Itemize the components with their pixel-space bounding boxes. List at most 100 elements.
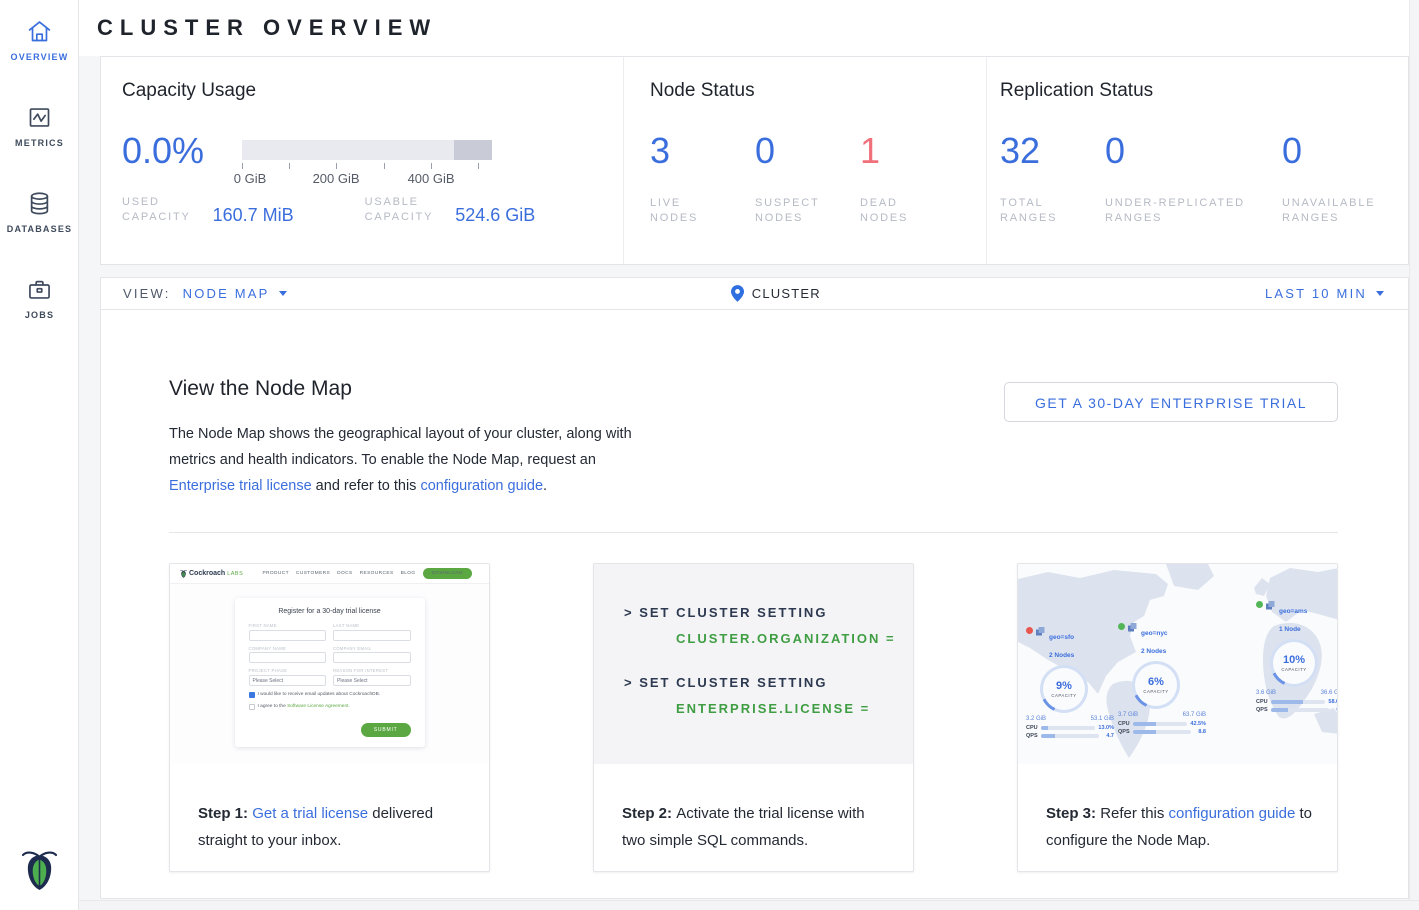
capacity-usage-section: Capacity Usage 0.0% 0 GiB 200 GiB 400 Gi… (101, 57, 623, 264)
used-capacity-label-line2: CAPACITY (122, 210, 191, 225)
time-range-dropdown[interactable]: LAST 10 MIN (1265, 286, 1384, 301)
replication-status-title: Replication Status (1000, 80, 1408, 102)
main-content: CLUSTER OVERVIEW Capacity Usage 0.0% (79, 0, 1409, 900)
sidebar-item-label: METRICS (0, 138, 79, 148)
breadcrumb: CLUSTER (731, 285, 821, 302)
capacity-gauge: 0 GiB 200 GiB 400 GiB (242, 140, 492, 160)
configuration-guide-link[interactable]: configuration guide (420, 478, 543, 494)
step1-caption: Step 1: Get a trial license delivered st… (170, 764, 489, 854)
email-updates-checkbox (249, 692, 255, 698)
node-cube-icon (1265, 600, 1276, 611)
locality-badge-sfo: geo=sfo2 Nodes 9%CAPACITY 3.2 GiB53.1 Gi… (1026, 626, 1114, 739)
page-title: CLUSTER OVERVIEW (97, 15, 437, 41)
node-map-intro: View the Node Map The Node Map shows the… (169, 377, 634, 499)
under-replicated-ranges-value: 0 (1105, 133, 1282, 169)
trial-register-form: Register for a 30-day trial license FIRS… (235, 598, 425, 747)
step2-card: > SET CLUSTER SETTING CLUSTER.ORGANIZATI… (593, 563, 914, 872)
view-selected-value: NODE MAP (183, 286, 270, 301)
node-cube-icon (1035, 626, 1046, 637)
app-window: OVERVIEW METRICS DATABASES JOBS (0, 0, 1419, 910)
total-ranges-stat: 32 TOTAL RANGES (1000, 133, 1105, 226)
unavailable-ranges-stat: 0 UNAVAILABLE RANGES (1282, 133, 1387, 226)
capacity-gauge-bar (242, 140, 492, 160)
capacity-usage-title: Capacity Usage (122, 80, 623, 102)
node-status-dot-red (1026, 627, 1033, 634)
node-status-section: Node Status 3 LIVE NODES 0 SUSPECT NODES… (623, 57, 986, 264)
breadcrumb-cluster-label: CLUSTER (752, 286, 821, 301)
view-bar: VIEW: NODE MAP CLUSTER LAST 10 MIN (100, 277, 1409, 310)
submit-button: SUBMIT (361, 723, 411, 737)
step3-node-map-preview: geo=sfo2 Nodes 9%CAPACITY 3.2 GiB53.1 Gi… (1018, 564, 1337, 764)
dead-nodes-stat: 1 DEAD NODES (860, 133, 965, 226)
sql-setting-line: ENTERPRISE.LICENSE = (676, 701, 913, 716)
sidebar-item-label: JOBS (0, 310, 79, 320)
live-nodes-value: 3 (650, 133, 755, 169)
sidebar-item-label: DATABASES (0, 224, 79, 234)
gauge-tick-200: 200 GiB (313, 171, 360, 186)
node-cube-icon (1127, 622, 1138, 633)
section-divider (169, 532, 1338, 533)
capacity-used-percent: 0.0% (122, 133, 204, 169)
time-range-value: LAST 10 MIN (1265, 286, 1367, 301)
capacity-gauge-ring: 9%CAPACITY (1040, 665, 1088, 713)
node-map-panel: View the Node Map The Node Map shows the… (100, 309, 1409, 899)
dead-nodes-value: 1 (860, 133, 965, 169)
unavailable-ranges-value: 0 (1282, 133, 1387, 169)
enterprise-trial-license-link[interactable]: Enterprise trial license (169, 478, 312, 494)
cluster-summary-panel: Capacity Usage 0.0% 0 GiB 200 GiB 400 Gi… (100, 56, 1409, 265)
usable-capacity-stat: USABLE CAPACITY 524.6 GiB (365, 195, 548, 225)
node-status-title: Node Status (650, 80, 986, 102)
used-capacity-label-line1: USED (122, 195, 191, 210)
enterprise-trial-button[interactable]: GET A 30-DAY ENTERPRISE TRIAL (1004, 382, 1338, 422)
locality-badge-ams: geo=ams1 Node 10%CAPACITY 3.6 GiB36.6 Gi… (1256, 600, 1338, 713)
sidebar: OVERVIEW METRICS DATABASES JOBS (0, 0, 79, 910)
total-ranges-value: 32 (1000, 133, 1105, 169)
cockroachdb-logo (0, 850, 79, 896)
live-nodes-stat: 3 LIVE NODES (650, 133, 755, 226)
sidebar-item-jobs[interactable]: JOBS (0, 258, 79, 320)
view-label: VIEW: (123, 286, 171, 301)
briefcase-icon (26, 276, 53, 303)
step2-caption: Step 2: Activate the trial license with … (594, 764, 913, 854)
sql-prompt-line: > SET CLUSTER SETTING (624, 605, 913, 620)
database-icon (26, 190, 53, 217)
horizontal-scrollbar[interactable] (79, 900, 1419, 910)
sidebar-item-overview[interactable]: OVERVIEW (0, 0, 79, 62)
step2-sql-snippet: > SET CLUSTER SETTING CLUSTER.ORGANIZATI… (594, 564, 913, 764)
step1-screenshot: Cockroach LABS PRODUCT CUSTOMERS DOCS RE… (170, 564, 489, 764)
used-capacity-value: 160.7 MiB (213, 205, 305, 226)
gauge-tick-400: 400 GiB (408, 171, 455, 186)
site-nav: PRODUCT CUSTOMERS DOCS RESOURCES BLOG DO… (262, 568, 479, 579)
cockroach-labs-logo: Cockroach LABS (180, 570, 243, 578)
sidebar-item-metrics[interactable]: METRICS (0, 86, 79, 148)
used-capacity-stat: USED CAPACITY 160.7 MiB (122, 195, 305, 225)
get-trial-license-link[interactable]: Get a trial license (252, 805, 368, 822)
replication-status-section: Replication Status 32 TOTAL RANGES 0 UND… (986, 57, 1408, 264)
chevron-down-icon (279, 291, 287, 296)
sql-prompt-line: > SET CLUSTER SETTING (624, 675, 913, 690)
under-replicated-ranges-stat: 0 UNDER-REPLICATED RANGES (1105, 133, 1282, 226)
map-pin-icon (731, 285, 744, 302)
sidebar-item-label: OVERVIEW (0, 52, 79, 62)
node-map-description: The Node Map shows the geographical layo… (169, 421, 634, 499)
download-button: DOWNLOAD (423, 568, 472, 579)
home-icon (26, 18, 53, 45)
usable-capacity-value: 524.6 GiB (455, 205, 547, 226)
form-title: Register for a 30-day trial license (249, 608, 411, 615)
step3-caption: Step 3: Refer this configuration guide t… (1018, 764, 1337, 854)
step3-card: geo=sfo2 Nodes 9%CAPACITY 3.2 GiB53.1 Gi… (1017, 563, 1338, 872)
sidebar-item-databases[interactable]: DATABASES (0, 172, 79, 234)
page-header: CLUSTER OVERVIEW (79, 0, 1409, 56)
vertical-scrollbar[interactable] (1409, 0, 1419, 900)
sql-setting-line: CLUSTER.ORGANIZATION = (676, 631, 913, 646)
capacity-gauge-ring: 10%CAPACITY (1270, 639, 1318, 687)
usable-capacity-label-line2: CAPACITY (365, 210, 434, 225)
chevron-down-icon (1376, 291, 1384, 296)
license-agreement-checkbox (249, 704, 255, 710)
suspect-nodes-value: 0 (755, 133, 860, 169)
capacity-gauge-ring: 6%CAPACITY (1132, 661, 1180, 709)
node-map-title: View the Node Map (169, 377, 634, 401)
view-selector-dropdown[interactable]: VIEW: NODE MAP (123, 286, 287, 301)
gauge-tick-0: 0 GiB (234, 171, 267, 186)
configuration-guide-link[interactable]: configuration guide (1169, 805, 1296, 822)
